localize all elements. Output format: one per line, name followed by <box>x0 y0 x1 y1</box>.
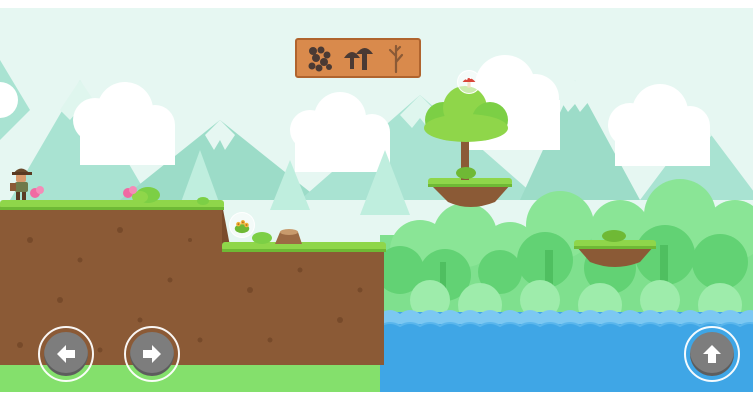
move-left-button[interactable] <box>38 326 94 382</box>
move-right-button[interactable] <box>124 326 180 382</box>
hud-slot-mushroom <box>341 42 375 74</box>
jump-button[interactable] <box>684 326 740 382</box>
flower-bush-icon <box>234 220 250 234</box>
hud-slot-seeds <box>303 42 337 74</box>
red-mushroom-icon <box>462 77 476 88</box>
arrow-right-icon <box>143 345 161 363</box>
flower-bubble <box>229 212 255 238</box>
twig-icon <box>388 44 404 74</box>
arrow-left-icon <box>57 345 75 363</box>
game-screen <box>0 0 753 403</box>
arrow-up-icon <box>703 345 721 363</box>
seed-pile-icon <box>308 46 332 72</box>
mushroom-icon <box>344 48 373 70</box>
collectibles-hud <box>295 38 421 78</box>
hud-slot-twig <box>379 42 413 74</box>
mushroom-bubble <box>457 70 481 94</box>
